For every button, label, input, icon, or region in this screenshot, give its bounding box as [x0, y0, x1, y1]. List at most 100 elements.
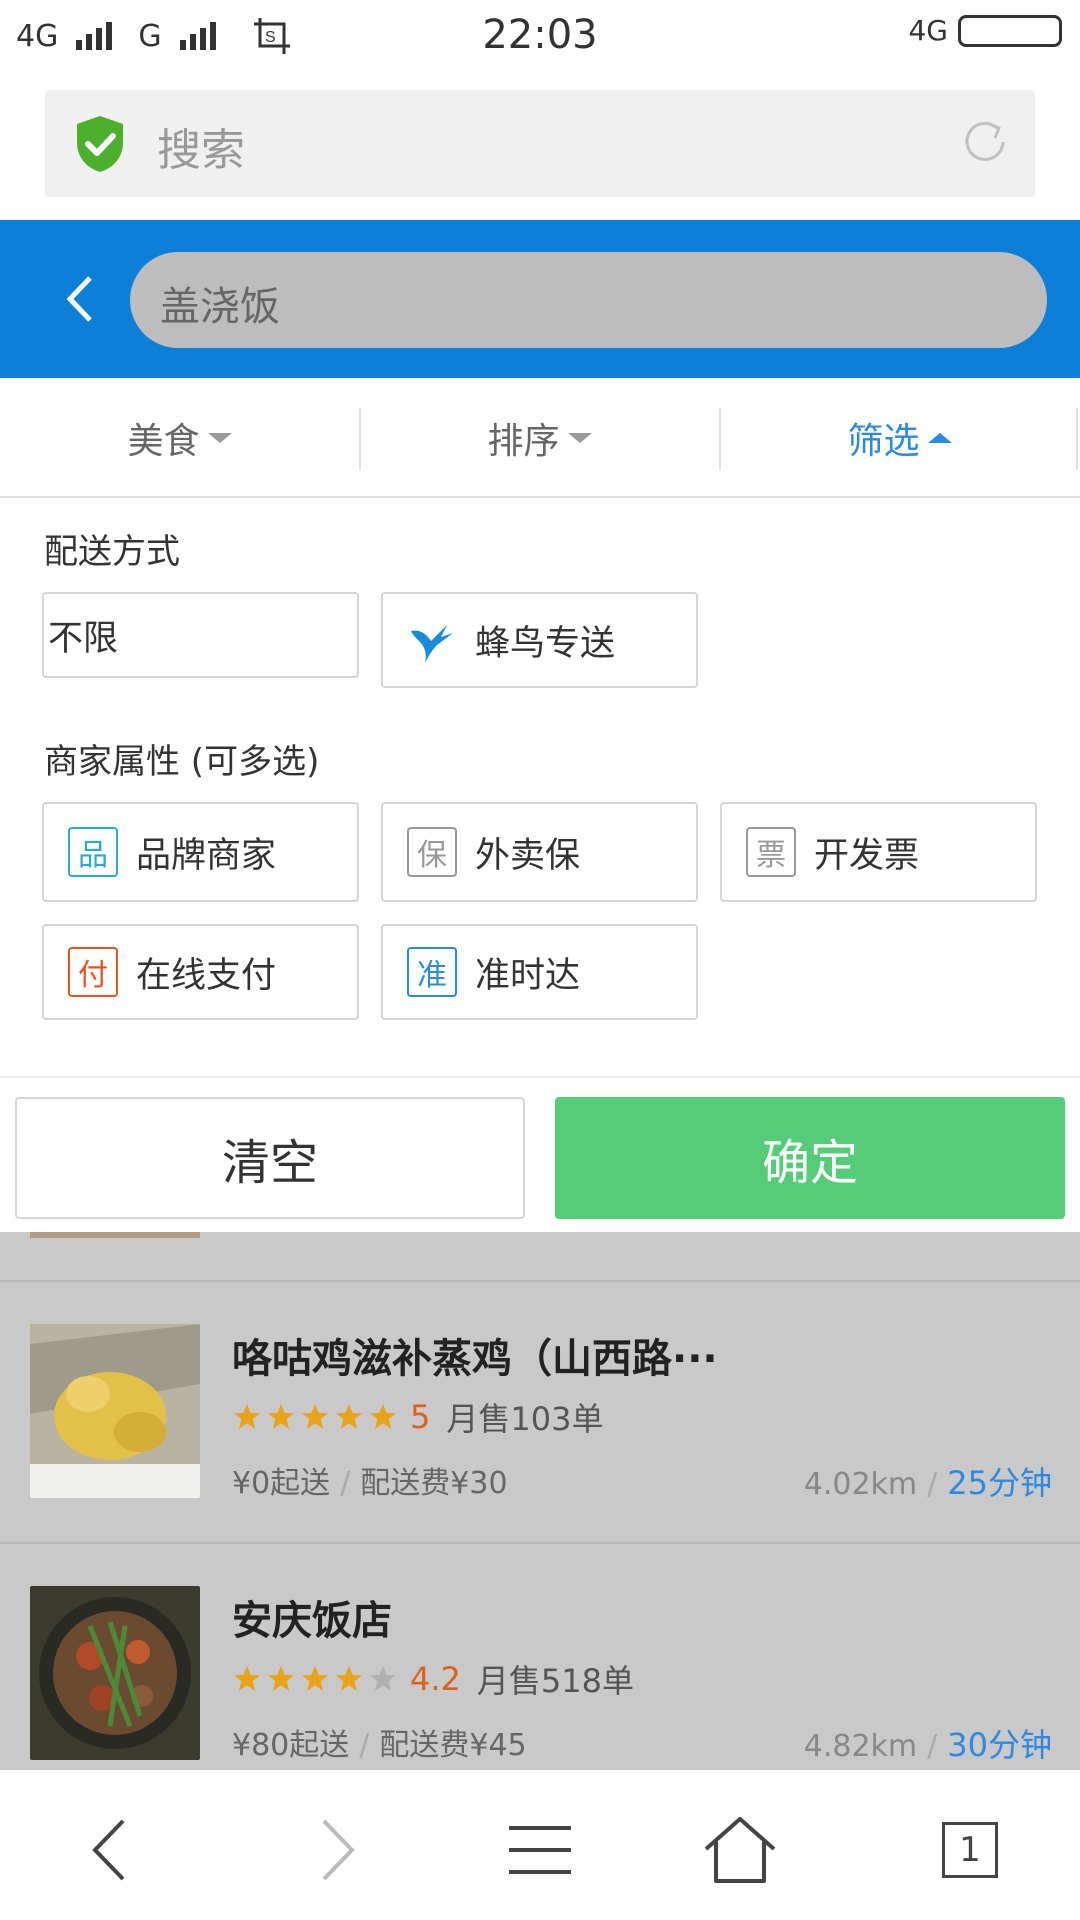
- browser-search-placeholder: 搜索: [157, 125, 245, 176]
- rating-score: 4.2: [410, 1660, 461, 1698]
- attr-option-invoice[interactable]: 票 开发票: [720, 802, 1037, 902]
- chevron-right-icon: [322, 1819, 355, 1881]
- restaurant-name: 安庆饭店: [232, 1598, 392, 1644]
- attr-option-online-pay[interactable]: 付 在线支付: [42, 924, 359, 1020]
- min-order: ¥80起送: [232, 1728, 350, 1763]
- delivery-fee: 配送费¥45: [379, 1728, 527, 1763]
- star-icon: [336, 1404, 362, 1429]
- nav-home-button[interactable]: [700, 1810, 780, 1890]
- clear-button[interactable]: 清空: [15, 1097, 525, 1219]
- tab-filter[interactable]: 筛选: [720, 380, 1079, 496]
- star-icon: [268, 1666, 294, 1691]
- attr-option-label: 外卖保: [475, 835, 581, 876]
- nav-menu-button[interactable]: [500, 1810, 580, 1890]
- delivery-fee: 配送费¥30: [360, 1466, 508, 1501]
- tab-sort-label: 排序: [487, 421, 560, 462]
- network-label-right: 4G: [908, 14, 948, 47]
- pay-badge-icon: 付: [68, 947, 118, 997]
- restaurant-name: 咯咕鸡滋补蒸鸡（山西路···: [232, 1336, 718, 1382]
- nav-back-button[interactable]: [70, 1810, 150, 1890]
- order-meta: ¥80起送 / 配送费¥45: [232, 1720, 527, 1764]
- delivery-time: 30分钟: [947, 1726, 1052, 1764]
- attr-option-label: 在线支付: [136, 955, 277, 996]
- star-icon: [268, 1404, 294, 1429]
- attr-option-insurance[interactable]: 保 外卖保: [381, 802, 698, 902]
- attr-option-label: 品牌商家: [136, 835, 277, 876]
- restaurant-list: 咯咕鸡滋补蒸鸡（山西路··· 5 月售103单 ¥0起送 / 配送费¥30 4.02…: [0, 1232, 1080, 1770]
- delivery-option-any[interactable]: 不限: [42, 592, 359, 678]
- rating-score: 5: [410, 1398, 431, 1436]
- restaurant-thumbnail: [30, 1586, 200, 1760]
- restaurant-thumbnail: [30, 1324, 200, 1498]
- search-header: 盖浇饭: [0, 220, 1080, 378]
- attr-option-brand[interactable]: 品 品牌商家: [42, 802, 359, 902]
- star-icon-empty: [370, 1666, 396, 1691]
- delivery-title: 配送方式: [44, 532, 180, 572]
- nav-tabs-button[interactable]: 1: [930, 1810, 1010, 1890]
- attr-option-on-time[interactable]: 准 准时达: [381, 924, 698, 1020]
- tab-food-label: 美食: [127, 421, 200, 462]
- delivery-option-fengniao[interactable]: 蜂鸟专送: [381, 592, 698, 688]
- caret-up-icon: [927, 433, 952, 443]
- filter-tabs: 美食 排序 筛选: [0, 380, 1080, 498]
- attr-option-label: 准时达: [475, 955, 581, 996]
- battery-icon: [958, 14, 1062, 47]
- separator: /: [359, 1728, 370, 1763]
- screen: 4G G S 22:03 4G 搜索 盖浇饭 美食 排序 筛选 配送方式 不限 …: [0, 0, 1080, 1920]
- tab-divider: [1076, 408, 1078, 470]
- separator: /: [927, 1729, 938, 1764]
- star-icon: [302, 1404, 328, 1429]
- confirm-button[interactable]: 确定: [555, 1097, 1065, 1219]
- distance-meta: 4.82km / 30分钟: [804, 1720, 1052, 1766]
- delivery-option-label: 不限: [48, 618, 119, 659]
- star-icon: [302, 1666, 328, 1691]
- caret-down-icon: [567, 433, 592, 443]
- status-bar: 4G G S 22:03 4G: [0, 0, 1080, 74]
- refresh-icon[interactable]: [959, 116, 1011, 168]
- list-item[interactable]: 咯咕鸡滋补蒸鸡（山西路··· 5 月售103单 ¥0起送 / 配送费¥30 4.02…: [0, 1282, 1080, 1540]
- hummingbird-icon: [411, 625, 453, 663]
- ontime-badge-icon: 准: [407, 947, 457, 997]
- distance-meta: 4.02km / 25分钟: [804, 1458, 1052, 1504]
- rating-stars: [232, 1664, 398, 1694]
- monthly-sales: 月售103单: [446, 1400, 604, 1438]
- delivery-option-label: 蜂鸟专送: [475, 623, 616, 664]
- distance: 4.82km: [803, 1729, 918, 1764]
- min-order: ¥0起送: [232, 1466, 331, 1501]
- star-icon: [234, 1666, 260, 1691]
- shield-check-icon: [77, 116, 123, 172]
- invoice-badge-icon: 票: [746, 827, 796, 877]
- tab-sort[interactable]: 排序: [360, 380, 719, 496]
- browser-search-bar[interactable]: 搜索: [45, 90, 1035, 197]
- query-text: 盖浇饭: [160, 284, 280, 330]
- home-icon: [704, 1817, 776, 1883]
- rating-row: 4.2 月售518单: [232, 1656, 634, 1702]
- star-icon: [336, 1666, 362, 1691]
- tab-count: 1: [942, 1822, 998, 1878]
- separator: /: [340, 1466, 351, 1501]
- status-right: 4G: [908, 14, 1062, 47]
- separator: /: [927, 1467, 938, 1502]
- insurance-badge-icon: 保: [407, 827, 457, 877]
- delivery-time: 25分钟: [947, 1464, 1052, 1502]
- chevron-left-icon: [92, 1819, 125, 1881]
- star-icon: [234, 1404, 260, 1429]
- rating-stars: [232, 1402, 398, 1432]
- caret-down-icon: [207, 433, 232, 443]
- order-meta: ¥0起送 / 配送费¥30: [232, 1458, 508, 1502]
- nav-forward-button[interactable]: [297, 1810, 377, 1890]
- filter-actions: 清空 确定: [0, 1076, 1080, 1234]
- monthly-sales: 月售518单: [476, 1662, 634, 1700]
- back-icon[interactable]: [60, 272, 100, 326]
- list-item[interactable]: 安庆饭店 4.2 月售518单 ¥80起送 / 配送费¥45 4.82km / 30分钟: [0, 1544, 1080, 1770]
- tab-filter-label: 筛选: [847, 421, 920, 462]
- query-input[interactable]: 盖浇饭: [130, 252, 1047, 348]
- attr-title: 商家属性 (可多选): [44, 742, 320, 782]
- brand-badge-icon: 品: [68, 827, 118, 877]
- attr-option-label: 开发票: [814, 835, 920, 876]
- star-icon: [370, 1404, 396, 1429]
- rating-row: 5 月售103单: [232, 1394, 603, 1440]
- browser-nav-bar: 1: [0, 1770, 1080, 1920]
- tab-food[interactable]: 美食: [0, 380, 359, 496]
- filter-panel: 配送方式 不限 蜂鸟专送 商家属性 (可多选) 品 品牌商家 保 外卖保 票 开…: [0, 498, 1080, 1076]
